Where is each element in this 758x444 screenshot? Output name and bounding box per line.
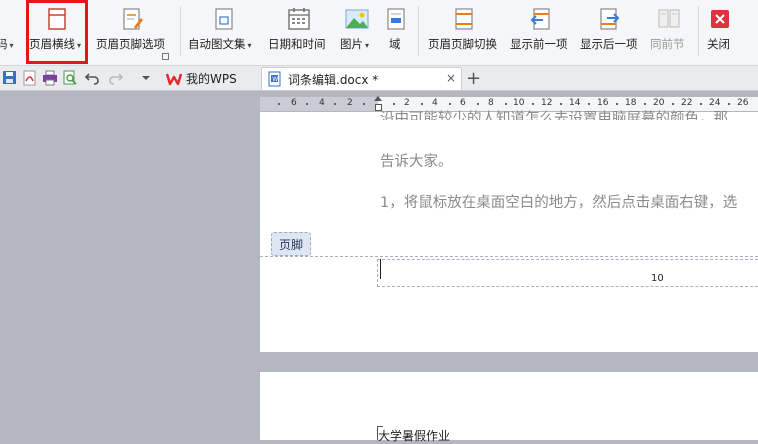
ruler-tick-label: 2 [347, 98, 353, 108]
autotext-label: 自动图文集 ▾ [188, 37, 252, 51]
partial-button[interactable]: 码 ▾ [0, 0, 20, 62]
show-next-icon [597, 6, 623, 32]
body-text-line: 1，将鼠标放在桌面空白的地方，然后点击桌面右键，选 [380, 195, 738, 211]
document-page[interactable] [260, 372, 758, 440]
ruler-dot [363, 103, 365, 105]
picture-button[interactable]: 图片 ▾ [338, 0, 376, 62]
ruler-tick-label: 4 [319, 98, 325, 108]
ribbon-separator [698, 6, 699, 56]
ruler-tick-label: 26 [737, 98, 749, 108]
footer-boundary-line [260, 256, 758, 257]
header-footer-switch-icon [451, 6, 477, 32]
same-as-previous-label: 同前节 [650, 37, 685, 51]
ruler-dot [334, 103, 336, 105]
ribbon-separator [180, 6, 181, 56]
new-tab-button[interactable]: + [466, 67, 484, 90]
header-footer-switch-label: 页眉页脚切换 [428, 37, 497, 51]
body-text-line: 告诉大家。 [380, 154, 453, 170]
tab-document[interactable]: W 词条编辑.docx * × [261, 67, 462, 90]
wps-logo-icon [165, 71, 183, 87]
print-icon[interactable] [42, 70, 58, 86]
first-line-indent-marker[interactable] [374, 96, 382, 101]
pdf-icon[interactable] [22, 70, 38, 86]
ruler-dot [306, 103, 308, 105]
show-next-button[interactable]: 显示后一项 [578, 0, 642, 62]
tab-bar: 我的WPS W 词条编辑.docx * × + [0, 66, 758, 91]
footer-area[interactable] [377, 259, 758, 287]
page-number: 10 [651, 273, 664, 284]
show-previous-button[interactable]: 显示前一项 [508, 0, 572, 62]
show-previous-label: 显示前一项 [510, 37, 568, 51]
tab-my-wps[interactable]: 我的WPS [160, 67, 256, 90]
header-footer-options-icon [119, 6, 145, 32]
tab-close-icon[interactable]: × [446, 71, 456, 85]
field-label: 域 [389, 37, 401, 51]
ribbon-toolbar: 码 ▾ 页眉横线 ▾ 页眉页脚选项 自动图文集 ▾ 日期和时间 图片 ▾ 域 页… [0, 0, 758, 66]
partial-button-label: 码 ▾ [0, 37, 14, 51]
close-label: 关闭 [707, 37, 730, 51]
calendar-icon [286, 6, 312, 32]
dialog-launcher-icon[interactable] [162, 53, 169, 60]
ruler-dot [728, 103, 730, 105]
page-header-text: 大学暑假作业 [378, 429, 451, 443]
body-text-line: 沿中可能较少的人知道怎么去设置电脑屏幕的颜色，那 [380, 111, 728, 120]
undo-icon[interactable] [84, 70, 100, 86]
tab-my-wps-label: 我的WPS [186, 72, 237, 86]
autotext-icon [211, 6, 237, 32]
same-as-previous-button[interactable]: 同前节 [648, 0, 690, 62]
document-page[interactable] [260, 112, 758, 352]
header-footer-options-label: 页眉页脚选项 [96, 37, 165, 51]
field-icon [383, 6, 409, 32]
header-footer-options-button[interactable]: 页眉页脚选项 [94, 0, 170, 62]
svg-text:W: W [272, 76, 278, 83]
redo-icon[interactable] [108, 70, 124, 86]
close-header-footer-button[interactable]: 关闭 [704, 0, 736, 62]
highlight-box [26, 0, 88, 64]
picture-label: 图片 ▾ [340, 37, 370, 51]
close-red-icon [707, 6, 733, 32]
ruler-tick-label: 6 [291, 98, 297, 108]
field-button[interactable]: 域 [382, 0, 410, 62]
ruler-dot [278, 103, 280, 105]
picture-icon [344, 6, 370, 32]
date-time-button[interactable]: 日期和时间 [268, 0, 330, 62]
date-time-label: 日期和时间 [268, 37, 326, 51]
text-cursor [380, 259, 381, 279]
show-previous-icon [527, 6, 553, 32]
print-preview-icon[interactable] [62, 70, 78, 86]
same-as-previous-icon [656, 6, 682, 32]
footer-tag: 页脚 [271, 232, 312, 256]
header-footer-switch-button[interactable]: 页眉页脚切换 [426, 0, 502, 62]
quick-access-dropdown-icon[interactable] [140, 72, 156, 88]
save-icon[interactable] [2, 70, 18, 86]
tab-document-label: 词条编辑.docx * [288, 72, 379, 87]
doc-file-icon: W [267, 71, 283, 87]
autotext-button[interactable]: 自动图文集 ▾ [188, 0, 260, 62]
ribbon-separator [418, 6, 419, 56]
show-next-label: 显示后一项 [580, 37, 638, 51]
